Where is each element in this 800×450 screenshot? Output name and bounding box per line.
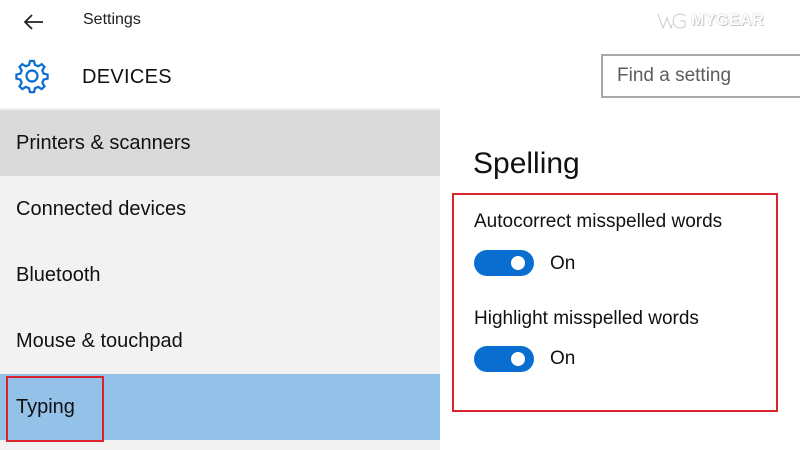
sidebar-item-label: Typing	[16, 395, 75, 418]
sidebar-item-printers-scanners[interactable]: Printers & scanners	[0, 110, 440, 176]
sidebar-item-label: Bluetooth	[16, 263, 101, 286]
setting-label-autocorrect: Autocorrect misspelled words	[474, 211, 723, 232]
sidebar-item-label: Printers & scanners	[16, 131, 191, 154]
toggle-knob	[511, 256, 525, 270]
highlight-toggle[interactable]	[474, 346, 534, 372]
sidebar-item-typing[interactable]: Typing	[0, 374, 440, 440]
sidebar-item-label: Mouse & touchpad	[16, 329, 183, 352]
sidebar-item-label: Connected devices	[16, 197, 187, 220]
search-input[interactable]	[617, 65, 795, 87]
page-title: DEVICES	[82, 66, 172, 88]
back-button[interactable]	[14, 8, 54, 36]
sidebar: Printers & scanners Connected devices Bl…	[0, 108, 440, 450]
brand-watermark: MYGEAR	[657, 12, 764, 30]
sidebar-item-bluetooth[interactable]: Bluetooth	[0, 242, 440, 308]
section-heading-spelling: Spelling	[473, 147, 580, 180]
title-bar: Settings MYGEAR	[0, 0, 800, 44]
page-header: DEVICES	[0, 44, 800, 108]
app-title: Settings	[83, 11, 141, 28]
gear-icon	[15, 59, 49, 94]
highlight-toggle-state: On	[550, 348, 576, 369]
sidebar-item-connected-devices[interactable]: Connected devices	[0, 176, 440, 242]
autocorrect-toggle-state: On	[550, 253, 576, 274]
back-arrow-icon	[24, 14, 43, 30]
brand-text: MYGEAR	[691, 12, 765, 29]
setting-label-highlight: Highlight misspelled words	[474, 308, 699, 329]
autocorrect-toggle[interactable]	[474, 250, 534, 276]
search-box[interactable]	[601, 54, 800, 98]
brand-logo-icon	[657, 12, 687, 30]
sidebar-item-mouse-touchpad[interactable]: Mouse & touchpad	[0, 308, 440, 374]
toggle-knob	[511, 352, 525, 366]
